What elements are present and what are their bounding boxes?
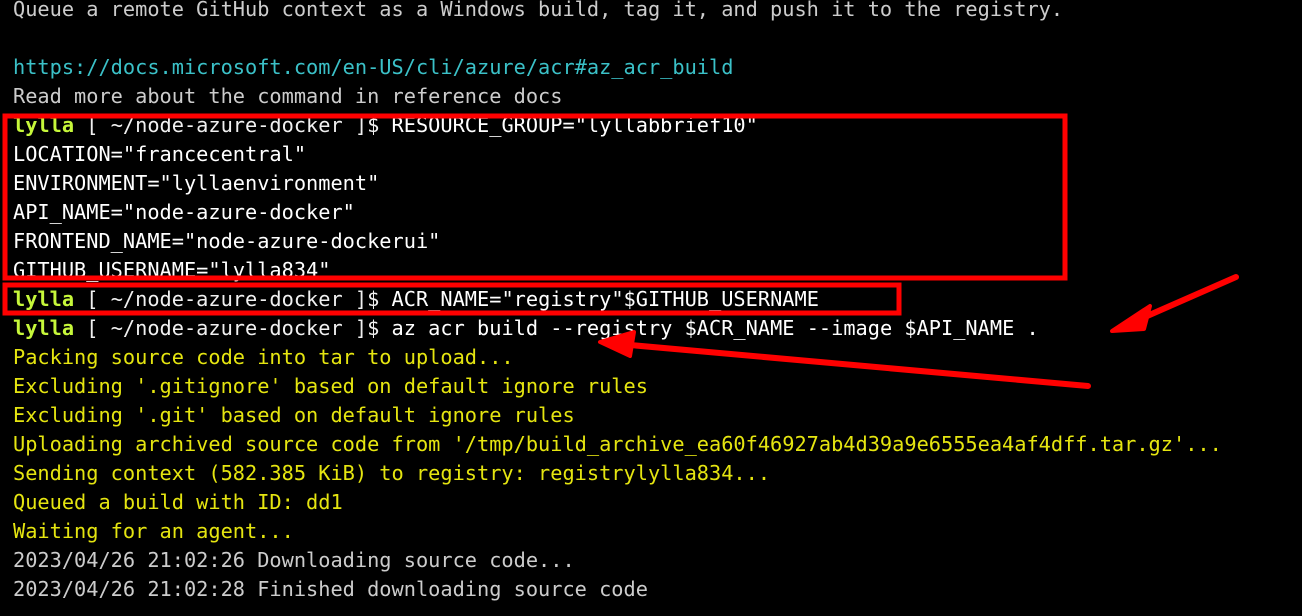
prompt-path: [ ~/node-azure-docker ]$ [74,113,392,137]
terminal-output: Queue a remote GitHub context as a Windo… [13,0,1222,604]
output-line: Waiting for an agent... [13,519,294,543]
command-acr-build: az acr build --registry $ACR_NAME --imag… [391,316,1039,340]
command-api-name: API_NAME="node-azure-docker" [13,200,355,224]
read-more-text: Read more about the command in reference… [13,84,563,108]
output-line: Uploading archived source code from '/tm… [13,432,1222,456]
terminal-window[interactable]: Queue a remote GitHub context as a Windo… [0,0,1302,616]
command-location: LOCATION="francecentral" [13,142,307,166]
prompt-user: lylla [13,113,75,137]
prompt-user: lylla [13,316,75,340]
prompt-path: [ ~/node-azure-docker ]$ [74,316,392,340]
output-line: Excluding '.git' based on default ignore… [13,403,575,427]
output-line: 2023/04/26 21:02:28 Finished downloading… [13,577,648,601]
output-line: Excluding '.gitignore' based on default … [13,374,648,398]
output-line: Queued a build with ID: dd1 [13,490,343,514]
command-github-username: GITHUB_USERNAME="lylla834" [13,258,331,282]
command-acr-name: ACR_NAME="registry"$GITHUB_USERNAME [391,287,819,311]
doc-link[interactable]: https://docs.microsoft.com/en-US/cli/azu… [13,53,1222,82]
command-environment: ENVIRONMENT="lyllaenvironment" [13,171,380,195]
command-resource-group: RESOURCE_GROUP="lyllabbrief10" [391,113,758,137]
prompt-path: [ ~/node-azure-docker ]$ [74,287,392,311]
description-line: Queue a remote GitHub context as a Windo… [13,0,1064,21]
output-line: Packing source code into tar to upload..… [13,345,514,369]
prompt-user: lylla [13,287,75,311]
output-line: Sending context (582.385 KiB) to registr… [13,461,771,485]
command-line-resource-group: lylla [ ~/node-azure-docker ]$ RESOURCE_… [13,111,1222,140]
command-frontend-name: FRONTEND_NAME="node-azure-dockerui" [13,229,441,253]
command-line-acr-name: lylla [ ~/node-azure-docker ]$ ACR_NAME=… [13,285,1222,314]
command-line-acr-build: lylla [ ~/node-azure-docker ]$ az acr bu… [13,314,1222,343]
output-line: 2023/04/26 21:02:26 Downloading source c… [13,548,575,572]
